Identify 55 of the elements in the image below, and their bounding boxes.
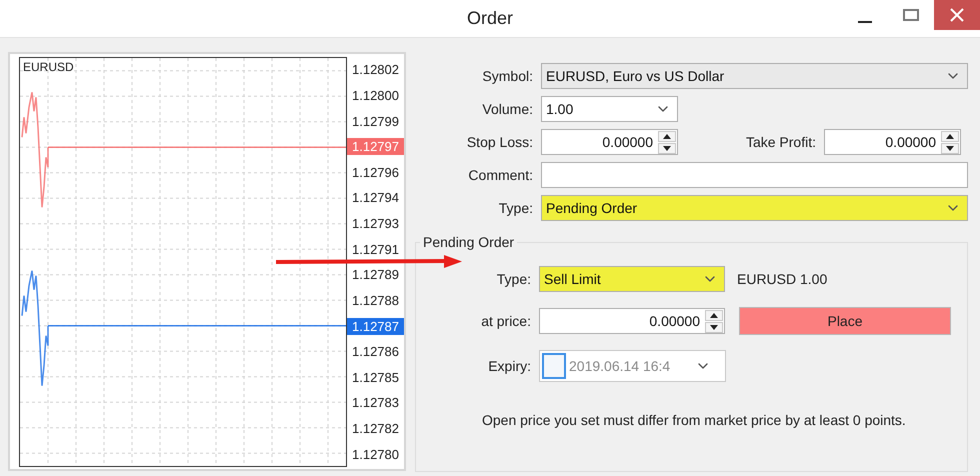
symbol-dropdown[interactable]: EURUSD, Euro vs US Dollar [541, 63, 968, 89]
price-axis-label: 1.12782 [351, 421, 399, 436]
take-profit-field[interactable]: 0.00000 [824, 129, 961, 155]
price-axis-label: 1.12800 [351, 88, 399, 103]
volume-dropdown[interactable]: 1.00 [541, 96, 678, 122]
price-axis-label: 1.12785 [351, 370, 399, 385]
down-triangle-icon [663, 146, 671, 150]
decrement-button[interactable] [941, 142, 959, 154]
order-summary: EURUSD 1.00 [737, 271, 828, 287]
increment-button[interactable] [658, 130, 676, 142]
bid-price-tag: 1.12797 [347, 138, 404, 156]
window-title: Order [466, 8, 514, 29]
up-triangle-icon [710, 312, 718, 318]
comment-field[interactable] [541, 162, 968, 188]
maximize-icon [903, 9, 919, 21]
field-label: Volume: [481, 101, 533, 117]
pending-type-dropdown[interactable]: Sell Limit [539, 266, 725, 292]
field-label: Take Profit: [744, 134, 816, 150]
price-axis-label: 1.12791 [351, 242, 399, 257]
order-type-dropdown[interactable]: Pending Order [541, 195, 968, 221]
price-axis-label: 1.12780 [351, 446, 399, 462]
decrement-button[interactable] [658, 142, 676, 154]
increment-button[interactable] [941, 130, 959, 142]
price-axis-label: 1.12789 [351, 267, 399, 282]
up-triangle-icon [946, 134, 954, 138]
field-label: Comment: [467, 167, 533, 183]
field-label: Type: [498, 200, 533, 216]
group-title: Pending Order [422, 234, 516, 250]
price-axis-label: 1.12788 [351, 292, 399, 308]
field-label: Symbol: [481, 68, 533, 84]
price-axis-label: 1.12786 [351, 344, 399, 360]
down-triangle-icon [946, 146, 954, 150]
place-button[interactable]: Place [739, 307, 951, 335]
field-label: Expiry: [487, 358, 531, 374]
price-axis-label: 1.12796 [351, 164, 399, 180]
price-field[interactable]: 0.00000 [539, 308, 725, 334]
stop-loss-field[interactable]: 0.00000 [541, 129, 678, 155]
field-label: Type: [496, 271, 531, 287]
price-axis-label: 1.12783 [351, 395, 399, 410]
price-axis-label: 1.12799 [351, 114, 399, 129]
price-axis-label: 1.12802 [351, 62, 399, 78]
ask-price-tag: 1.12787 [347, 318, 404, 335]
price-axis-label: 1.12793 [351, 216, 399, 232]
increment-button[interactable] [705, 310, 723, 320]
up-triangle-icon [663, 134, 671, 138]
close-button[interactable] [934, 0, 980, 30]
down-triangle-icon [710, 324, 718, 330]
chart-symbol: EURUSD [23, 60, 74, 74]
minimize-icon [858, 21, 872, 23]
field-label: at price: [480, 313, 531, 329]
price-axis-label: 1.12794 [351, 190, 399, 206]
decrement-button[interactable] [705, 322, 723, 332]
close-icon [950, 8, 964, 22]
price-note: Open price you set must differ from market price by at least 0 points. [482, 412, 907, 428]
field-label: Stop Loss: [466, 134, 533, 150]
